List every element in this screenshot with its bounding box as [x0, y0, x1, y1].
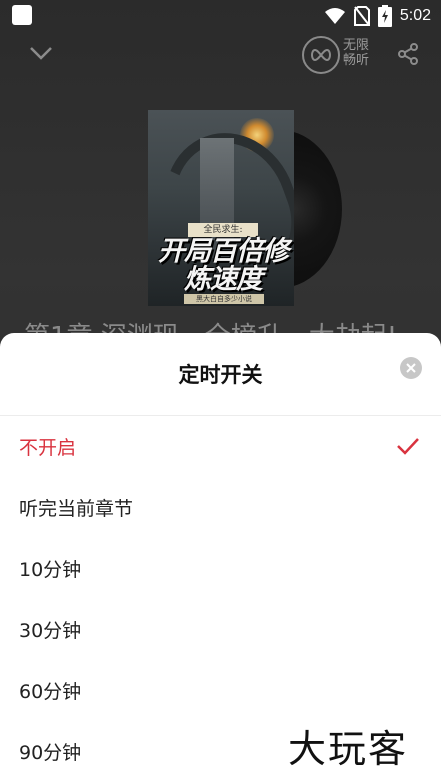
- share-icon[interactable]: [396, 42, 420, 66]
- status-time: 5:02: [399, 7, 431, 24]
- timer-option-label: 听完当前章节: [19, 498, 134, 520]
- wifi-icon: [324, 8, 345, 24]
- battery-charging-icon: [377, 5, 392, 27]
- timer-option-label: 不开启: [19, 437, 77, 459]
- timer-option-label: 10分钟: [19, 559, 82, 581]
- timer-option-label: 30分钟: [19, 620, 82, 642]
- timer-option-60min[interactable]: 60分钟: [0, 660, 441, 721]
- timer-option-label: 60分钟: [19, 681, 82, 703]
- chevron-down-icon[interactable]: [28, 40, 54, 66]
- infinity-icon: [311, 48, 331, 62]
- cover-subtitle: 全民求生:: [188, 223, 258, 237]
- book-cover[interactable]: 全民求生: 开局百倍修炼速度 黑大白自多少小说: [148, 110, 294, 306]
- close-icon: [406, 363, 416, 373]
- timer-option-30min[interactable]: 30分钟: [0, 599, 441, 660]
- watermark-logo: 大玩客: [288, 727, 409, 771]
- player-header: 无限 畅听: [0, 36, 441, 76]
- cover-author: 黑大白自多少小说: [184, 294, 264, 304]
- no-sim-icon: [353, 6, 370, 26]
- close-button[interactable]: [400, 357, 422, 379]
- infinite-listen-button[interactable]: [302, 36, 340, 74]
- timer-option-label: 90分钟: [19, 742, 82, 764]
- infinite-listen-label[interactable]: 无限 畅听: [343, 38, 377, 68]
- timer-option-finish-chapter[interactable]: 听完当前章节: [0, 477, 441, 538]
- timer-option-10min[interactable]: 10分钟: [0, 538, 441, 599]
- timer-bottom-sheet: 定时开关 不开启 听完当前章节 10分钟 30分钟 60分钟 90分钟: [0, 333, 441, 784]
- timer-option-off[interactable]: 不开启: [0, 416, 441, 477]
- sheet-header: 定时开关: [0, 333, 441, 416]
- cover-title: 开局百倍修炼速度: [158, 236, 289, 295]
- sheet-title: 定时开关: [178, 363, 263, 387]
- notification-icon: [12, 5, 32, 25]
- status-bar: 5:02: [0, 0, 441, 32]
- checkmark-icon: [397, 438, 419, 455]
